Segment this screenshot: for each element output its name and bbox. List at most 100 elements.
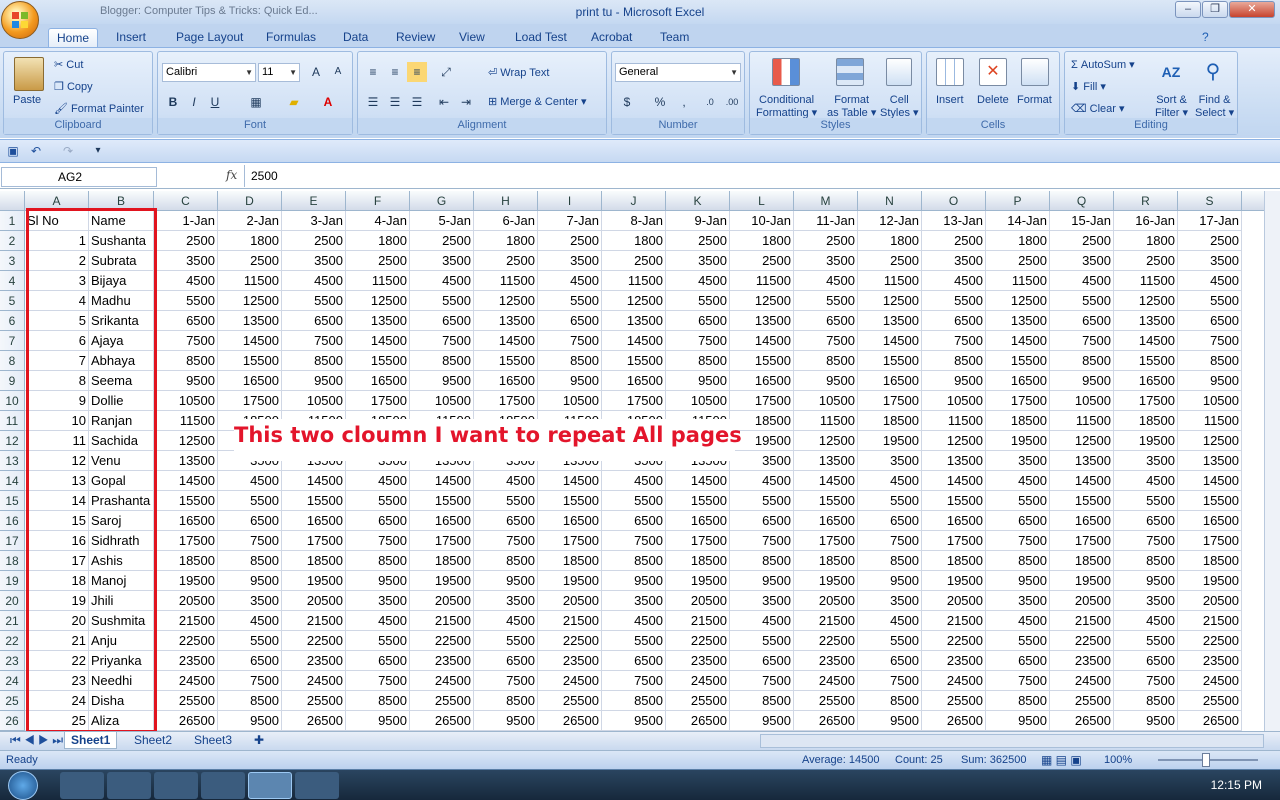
- table-cell[interactable]: 4500: [986, 471, 1050, 491]
- table-cell[interactable]: 12500: [922, 431, 986, 451]
- table-cell[interactable]: 25500: [154, 691, 218, 711]
- row-header[interactable]: 22: [0, 631, 25, 651]
- table-cell[interactable]: 11500: [794, 411, 858, 431]
- table-cell[interactable]: 1800: [602, 231, 666, 251]
- table-cell[interactable]: 19500: [922, 571, 986, 591]
- table-cell[interactable]: 8500: [666, 351, 730, 371]
- table-cell[interactable]: 7500: [602, 531, 666, 551]
- close-button[interactable]: ✕: [1229, 1, 1275, 18]
- table-cell[interactable]: 9500: [538, 371, 602, 391]
- table-cell[interactable]: 16500: [218, 371, 282, 391]
- table-cell[interactable]: 5500: [346, 631, 410, 651]
- align-bottom-icon[interactable]: ≡: [407, 62, 427, 82]
- table-cell[interactable]: 3500: [1050, 251, 1114, 271]
- table-cell[interactable]: 12500: [154, 431, 218, 451]
- table-cell[interactable]: 4500: [602, 611, 666, 631]
- table-cell[interactable]: 4500: [474, 611, 538, 631]
- table-cell[interactable]: 6500: [1178, 311, 1242, 331]
- tab-home[interactable]: Home: [48, 28, 99, 48]
- table-cell[interactable]: 25500: [1178, 691, 1242, 711]
- tab-page-layout[interactable]: Page Layout: [168, 28, 251, 48]
- table-cell[interactable]: 18500: [922, 551, 986, 571]
- header-cell[interactable]: 5-Jan: [410, 211, 474, 231]
- view-buttons-icon[interactable]: ▦ ▤ ▣: [1041, 753, 1082, 767]
- table-cell[interactable]: 23500: [794, 651, 858, 671]
- merge-center-button[interactable]: ⊞ Merge & Center ▾: [488, 95, 587, 108]
- table-cell[interactable]: 11500: [474, 271, 538, 291]
- table-cell[interactable]: 7500: [474, 531, 538, 551]
- table-cell[interactable]: 24500: [410, 671, 474, 691]
- table-cell[interactable]: 8500: [730, 691, 794, 711]
- table-cell[interactable]: 3500: [1178, 251, 1242, 271]
- table-cell[interactable]: 7500: [218, 671, 282, 691]
- table-cell[interactable]: 10500: [794, 391, 858, 411]
- table-cell[interactable]: 2500: [538, 231, 602, 251]
- table-cell[interactable]: 6500: [1114, 511, 1178, 531]
- header-cell[interactable]: 3-Jan: [282, 211, 346, 231]
- table-cell[interactable]: 10500: [282, 391, 346, 411]
- table-cell[interactable]: 25500: [410, 691, 474, 711]
- tab-insert[interactable]: Insert: [108, 28, 154, 48]
- tab-acrobat[interactable]: Acrobat: [583, 28, 640, 48]
- table-cell[interactable]: 15500: [794, 491, 858, 511]
- italic-icon[interactable]: I: [184, 92, 204, 112]
- column-header-m[interactable]: M: [794, 191, 858, 211]
- table-cell[interactable]: 13500: [1050, 451, 1114, 471]
- table-cell[interactable]: 16500: [986, 371, 1050, 391]
- table-cell[interactable]: 6500: [794, 311, 858, 331]
- table-cell[interactable]: 13500: [730, 311, 794, 331]
- table-cell[interactable]: 13500: [474, 311, 538, 331]
- table-cell[interactable]: 17500: [474, 391, 538, 411]
- table-cell[interactable]: 12500: [1050, 431, 1114, 451]
- table-cell[interactable]: 9500: [1114, 571, 1178, 591]
- table-cell[interactable]: 26500: [666, 711, 730, 731]
- table-cell[interactable]: 19500: [858, 431, 922, 451]
- row-header[interactable]: 10: [0, 391, 25, 411]
- table-cell[interactable]: 12500: [1114, 291, 1178, 311]
- table-cell[interactable]: 3500: [666, 251, 730, 271]
- table-cell[interactable]: 3500: [986, 451, 1050, 471]
- tab-formulas[interactable]: Formulas: [258, 28, 324, 48]
- redo-icon[interactable]: ↷: [58, 141, 78, 161]
- table-cell[interactable]: 19500: [794, 571, 858, 591]
- table-cell[interactable]: 4500: [986, 611, 1050, 631]
- table-cell[interactable]: 7500: [602, 671, 666, 691]
- table-cell[interactable]: 7500: [474, 671, 538, 691]
- sheet-nav-icon[interactable]: ⏮ ◀ ▶ ⏭: [4, 732, 69, 749]
- table-cell[interactable]: 5500: [730, 631, 794, 651]
- table-cell[interactable]: 11500: [986, 271, 1050, 291]
- table-cell[interactable]: 7500: [730, 671, 794, 691]
- table-cell[interactable]: 19500: [154, 571, 218, 591]
- table-cell[interactable]: 5500: [602, 491, 666, 511]
- table-cell[interactable]: 20500: [538, 591, 602, 611]
- acrobat-taskbar-icon[interactable]: [295, 772, 339, 799]
- table-cell[interactable]: 3500: [858, 451, 922, 471]
- format-button[interactable]: Format: [1017, 94, 1052, 106]
- header-cell[interactable]: 11-Jan: [794, 211, 858, 231]
- table-cell[interactable]: 9500: [474, 571, 538, 591]
- table-cell[interactable]: 14500: [474, 331, 538, 351]
- table-cell[interactable]: 11500: [602, 271, 666, 291]
- table-cell[interactable]: 12500: [1178, 431, 1242, 451]
- minimize-button[interactable]: –: [1175, 1, 1201, 18]
- table-cell[interactable]: 4500: [218, 611, 282, 631]
- column-header-s[interactable]: S: [1178, 191, 1242, 211]
- table-cell[interactable]: 5500: [922, 291, 986, 311]
- table-cell[interactable]: 2500: [1178, 231, 1242, 251]
- table-cell[interactable]: 15500: [730, 351, 794, 371]
- header-cell[interactable]: 13-Jan: [922, 211, 986, 231]
- table-cell[interactable]: 14500: [154, 471, 218, 491]
- table-cell[interactable]: 24500: [794, 671, 858, 691]
- firefox-taskbar-icon[interactable]: [107, 772, 151, 799]
- table-cell[interactable]: 2500: [218, 251, 282, 271]
- table-cell[interactable]: 16500: [666, 511, 730, 531]
- column-header-o[interactable]: O: [922, 191, 986, 211]
- table-cell[interactable]: 18500: [1050, 551, 1114, 571]
- table-cell[interactable]: 14500: [282, 471, 346, 491]
- sheet-tab-1[interactable]: Sheet1: [64, 732, 118, 749]
- table-cell[interactable]: 26500: [1178, 711, 1242, 731]
- increase-indent-icon[interactable]: ⇥: [456, 92, 476, 112]
- table-cell[interactable]: 3500: [1114, 591, 1178, 611]
- table-cell[interactable]: 25500: [666, 691, 730, 711]
- format-as-table-button[interactable]: Format as Table ▾: [827, 94, 876, 120]
